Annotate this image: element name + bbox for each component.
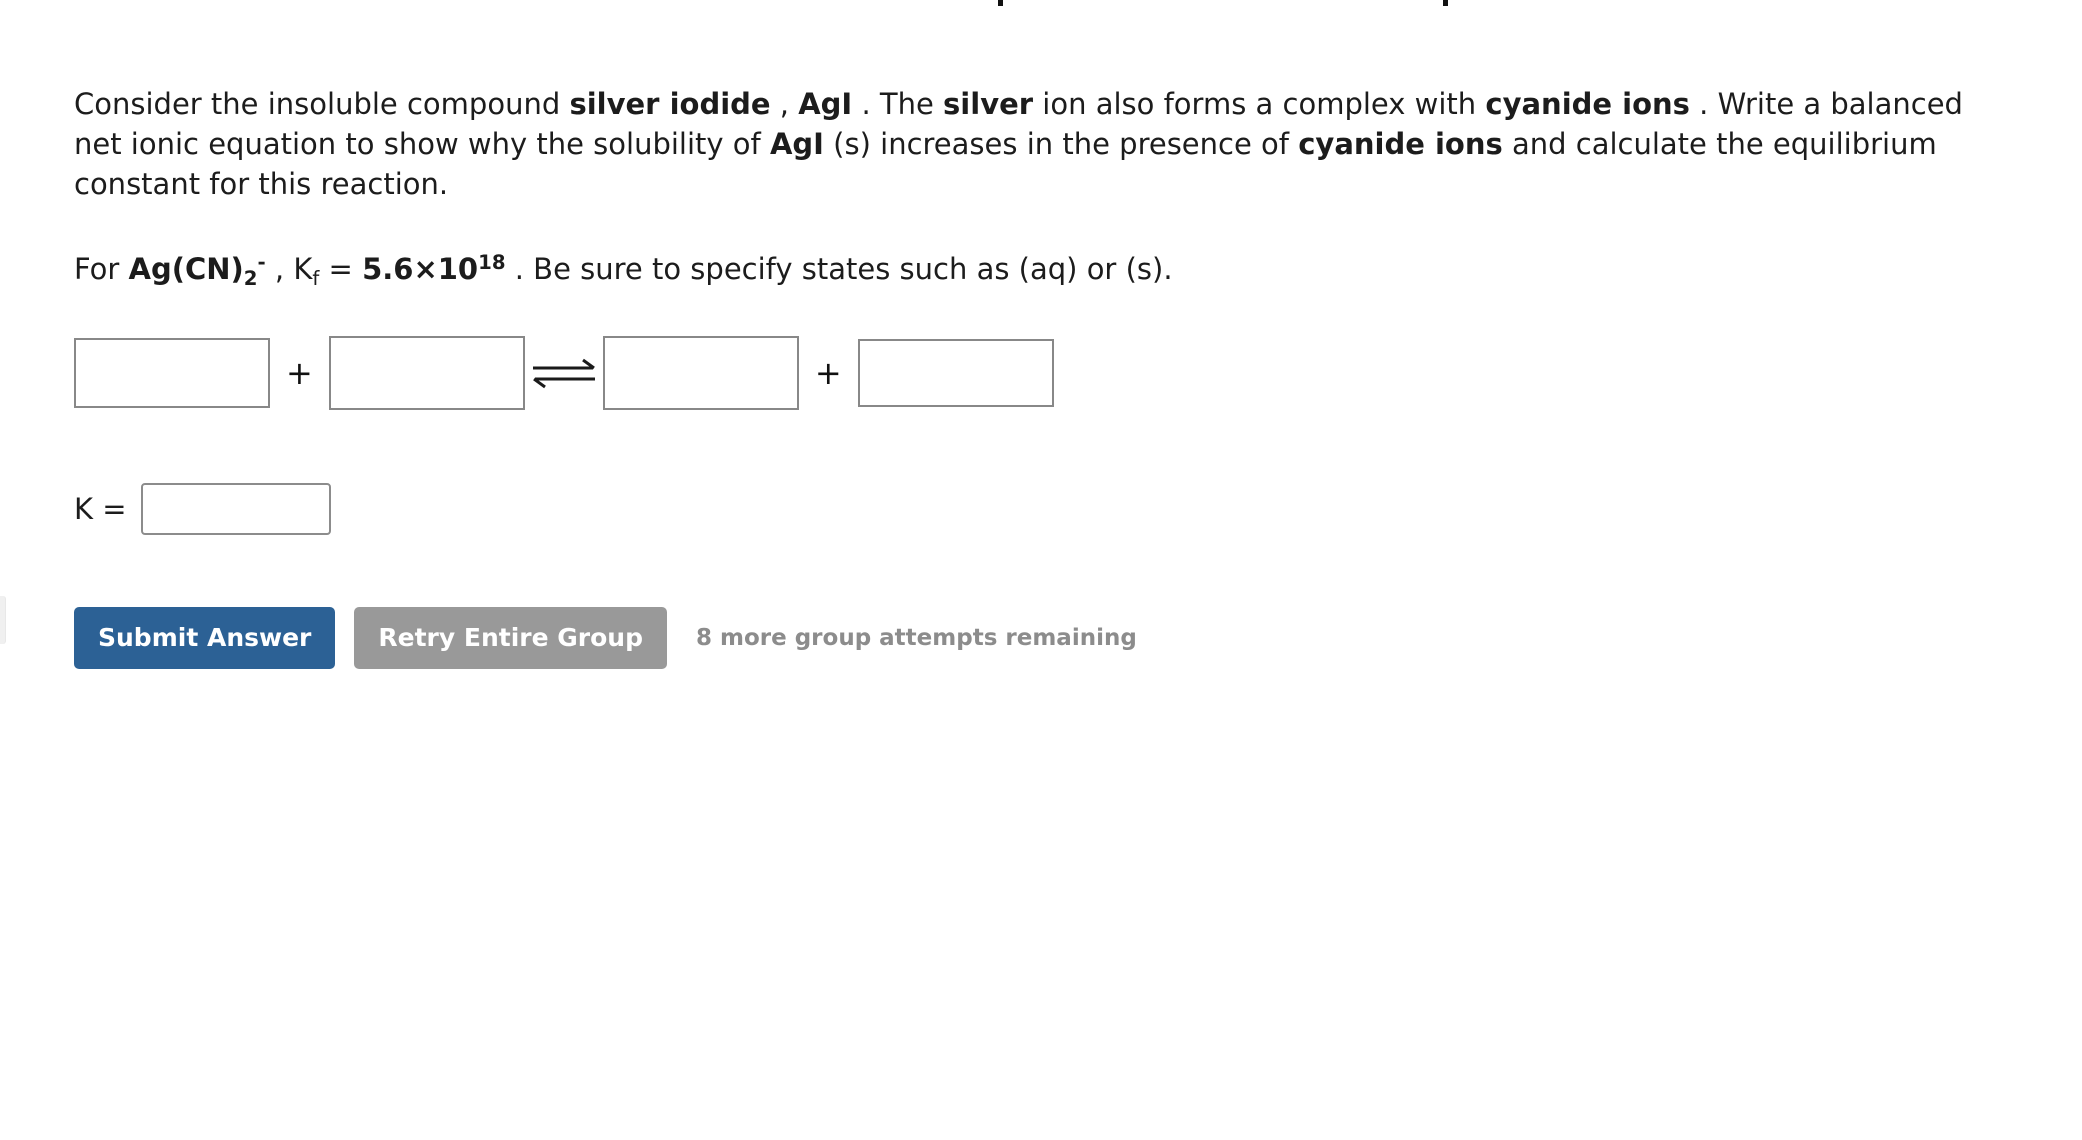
equation-plus-icon-2: + xyxy=(814,354,842,392)
equation-plus-icon-1: + xyxy=(286,354,313,392)
net-ionic-equation-row: + + xyxy=(74,333,2004,413)
prompt-text-run: (s) increases in the presence of xyxy=(823,127,1299,161)
prompt-text-run: . The xyxy=(852,87,944,121)
clipped-glyph-fragment xyxy=(998,0,1003,6)
product-2-input[interactable] xyxy=(857,339,1054,407)
kf-line-prefix: For xyxy=(74,252,129,286)
prompt-emphasis-term: AgI xyxy=(798,87,853,121)
clipped-edge-widget xyxy=(0,596,6,644)
reactant-2-input[interactable] xyxy=(328,336,525,410)
equilibrium-arrow-icon xyxy=(532,358,595,389)
reactant-1-input[interactable] xyxy=(74,338,270,408)
kf-value-mantissa: 5.6×10 xyxy=(362,252,479,286)
equilibrium-constant-input[interactable] xyxy=(140,483,331,535)
prompt-text-run: , xyxy=(770,87,799,121)
kf-equals-sign: = xyxy=(319,252,363,286)
attempts-remaining-text: 8 more group attempts remaining xyxy=(695,625,1137,651)
prompt-emphasis-term: cyanide ions xyxy=(1298,127,1503,161)
kf-value: 5.6×1018 xyxy=(362,252,505,286)
submit-answer-button[interactable]: Submit Answer xyxy=(74,607,336,669)
formation-constant-line: For Ag(CN)2- , Kf = 5.6×1018 . Be sure t… xyxy=(74,204,2004,289)
complex-ion-base: Ag(CN) xyxy=(128,252,244,286)
equilibrium-constant-label: K = xyxy=(74,492,127,526)
clipped-glyph-fragment xyxy=(1443,0,1448,6)
action-button-row: Submit Answer Retry Entire Group 8 more … xyxy=(74,607,2004,669)
complex-ion-formula: Ag(CN)2- xyxy=(128,250,266,288)
clipped-text-artifact-top xyxy=(0,0,2082,10)
prompt-text-run: Consider the insoluble compound xyxy=(74,87,570,121)
prompt-emphasis-term: cyanide ions xyxy=(1485,87,1690,121)
equilibrium-constant-row: K = xyxy=(74,481,2004,537)
kf-line-separator: , xyxy=(265,252,294,286)
product-1-input[interactable] xyxy=(602,336,799,410)
kf-symbol: K xyxy=(293,252,313,286)
kf-value-exponent: 18 xyxy=(478,250,506,274)
prompt-text-run: ion also forms a complex with xyxy=(1033,87,1486,121)
prompt-emphasis-term: silver iodide xyxy=(569,87,771,121)
complex-ion-subscript: 2 xyxy=(243,266,258,290)
complex-ion-charge: - xyxy=(257,250,266,274)
question-container: Consider the insoluble compound silver i… xyxy=(74,84,2004,669)
retry-entire-group-button[interactable]: Retry Entire Group xyxy=(354,607,667,669)
kf-line-suffix: . Be sure to specify states such as (aq)… xyxy=(505,252,1173,286)
prompt-emphasis-term: AgI xyxy=(769,127,824,161)
prompt-emphasis-term: silver xyxy=(943,87,1034,121)
question-prompt-text: Consider the insoluble compound silver i… xyxy=(74,84,1974,204)
